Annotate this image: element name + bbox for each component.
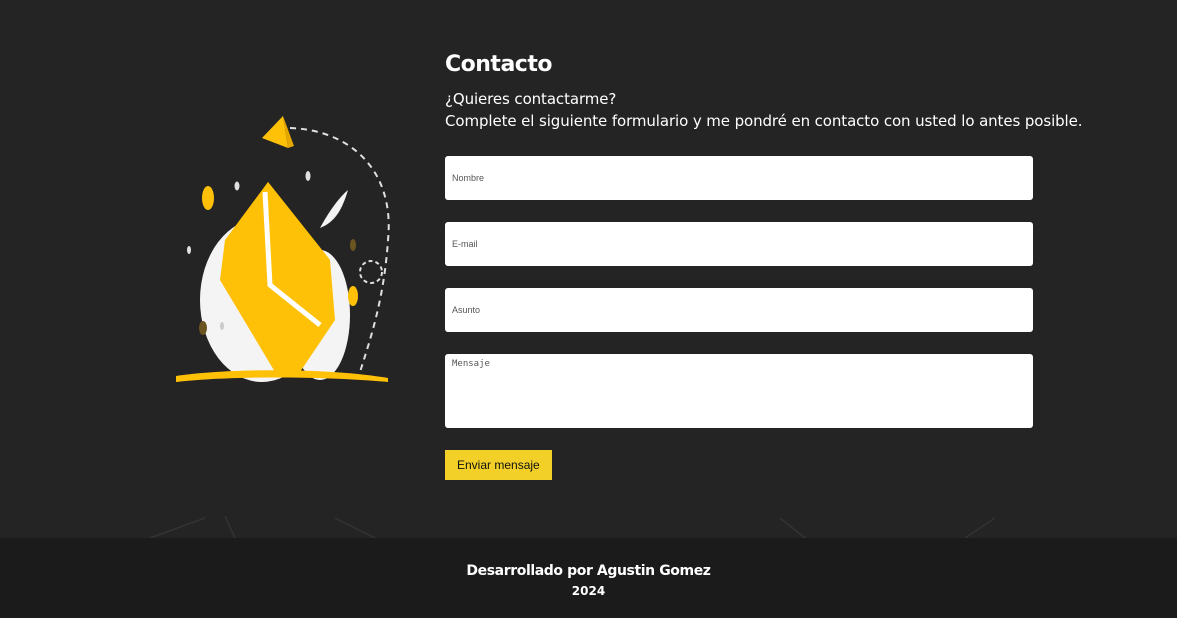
intro-description: Complete el siguiente formulario y me po…	[445, 112, 1083, 130]
message-textarea[interactable]	[445, 354, 1033, 428]
contact-section: Contacto ¿Quieres contactarme? Complete …	[445, 52, 1083, 480]
footer-year: 2024	[571, 584, 606, 598]
page: Contacto ¿Quieres contactarme? Complete …	[0, 0, 1177, 618]
paper-plane-icon	[262, 116, 294, 148]
contact-intro: ¿Quieres contactarme? Complete el siguie…	[445, 88, 1083, 132]
page-title: Contacto	[445, 52, 552, 77]
background-decoration	[149, 515, 996, 539]
footer-credit: Desarrollado por Agustin Gomez	[466, 563, 711, 579]
intro-question: ¿Quieres contactarme?	[445, 90, 617, 108]
contact-form: Enviar mensaje	[445, 156, 1033, 480]
email-input[interactable]	[445, 222, 1033, 266]
loop-circle	[359, 260, 383, 284]
ground	[176, 370, 388, 382]
contact-illustration	[176, 116, 390, 382]
send-message-button[interactable]: Enviar mensaje	[445, 450, 552, 480]
subject-input[interactable]	[445, 288, 1033, 332]
name-input[interactable]	[445, 156, 1033, 200]
footer: Desarrollado por Agustin Gomez 2024	[0, 538, 1177, 618]
